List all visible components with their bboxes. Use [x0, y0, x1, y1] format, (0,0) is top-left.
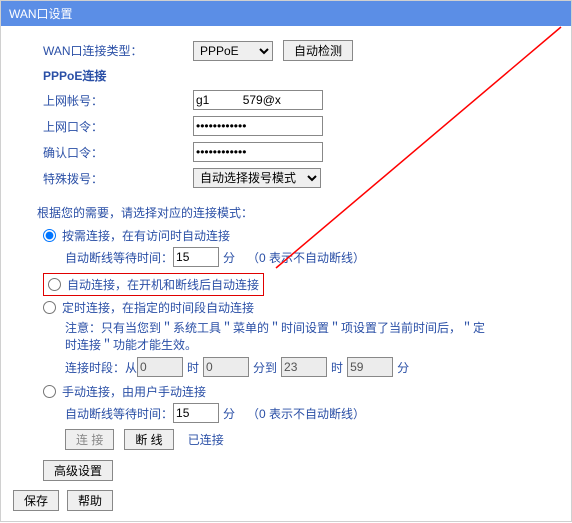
connect-button: 连 接 — [65, 429, 114, 450]
h2-unit: 时 — [331, 359, 343, 376]
dial-label: 特殊拨号： — [43, 170, 193, 187]
time-m1-input — [203, 357, 249, 377]
password-label: 上网口令： — [43, 118, 193, 135]
mode1-unit: 分 — [223, 249, 235, 266]
m2-unit: 分 — [397, 359, 409, 376]
time-to-label: 分到 — [253, 359, 277, 376]
password-input[interactable] — [193, 116, 323, 136]
mode1-minutes-input[interactable] — [173, 247, 219, 267]
advanced-button[interactable]: 高级设置 — [43, 460, 113, 481]
mode-ondemand-radio[interactable] — [43, 229, 56, 242]
account-label: 上网帐号： — [43, 92, 193, 109]
mode-manual-label: 手动连接，由用户手动连接 — [62, 383, 206, 400]
pppoe-section-label: PPPoE连接 — [43, 67, 551, 84]
time-m2-input — [347, 357, 393, 377]
mode-prompt: 根据您的需要，请选择对应的连接模式： — [37, 204, 551, 221]
mode-sched-radio[interactable] — [43, 301, 56, 314]
auto-detect-button[interactable]: 自动检测 — [283, 40, 353, 61]
save-button[interactable]: 保存 — [13, 490, 59, 511]
mode-ondemand-label: 按需连接，在有访问时自动连接 — [62, 227, 230, 244]
wan-type-select[interactable]: PPPoE — [193, 41, 273, 61]
mode4-minutes-input[interactable] — [173, 403, 219, 423]
mode-auto-radio[interactable] — [48, 278, 61, 291]
confirm-label: 确认口令： — [43, 144, 193, 161]
mode1-note: （0 表示不自动断线） — [247, 249, 365, 266]
panel-title: WAN口设置 — [1, 1, 571, 26]
mode4-unit: 分 — [223, 405, 235, 422]
help-button[interactable]: 帮助 — [67, 490, 113, 511]
time-h2-input — [281, 357, 327, 377]
disconnect-button[interactable]: 断 线 — [124, 429, 173, 450]
mode4-wait-label: 自动断线等待时间： — [65, 405, 173, 422]
mode4-note: （0 表示不自动断线） — [247, 405, 365, 422]
connection-status: 已连接 — [188, 431, 224, 448]
mode-manual-radio[interactable] — [43, 385, 56, 398]
mode3-note2: 时连接＂功能才能生效。 — [65, 336, 551, 353]
mode-auto-label: 自动连接，在开机和断线后自动连接 — [67, 276, 259, 293]
wan-settings-panel: WAN口设置 WAN口连接类型： PPPoE 自动检测 PPPoE连接 上网帐号… — [0, 0, 572, 522]
time-from-label: 连接时段：从 — [65, 359, 137, 376]
mode3-note1: 注意：只有当您到＂系统工具＂菜单的＂时间设置＂项设置了当前时间后，＂定 — [65, 319, 551, 336]
h1-unit: 时 — [187, 359, 199, 376]
wan-type-label: WAN口连接类型： — [43, 42, 193, 59]
time-h1-input — [137, 357, 183, 377]
mode1-wait-label: 自动断线等待时间： — [65, 249, 173, 266]
dial-select[interactable]: 自动选择拨号模式 — [193, 168, 321, 188]
mode-sched-label: 定时连接，在指定的时间段自动连接 — [62, 299, 254, 316]
confirm-input[interactable] — [193, 142, 323, 162]
account-input[interactable] — [193, 90, 323, 110]
